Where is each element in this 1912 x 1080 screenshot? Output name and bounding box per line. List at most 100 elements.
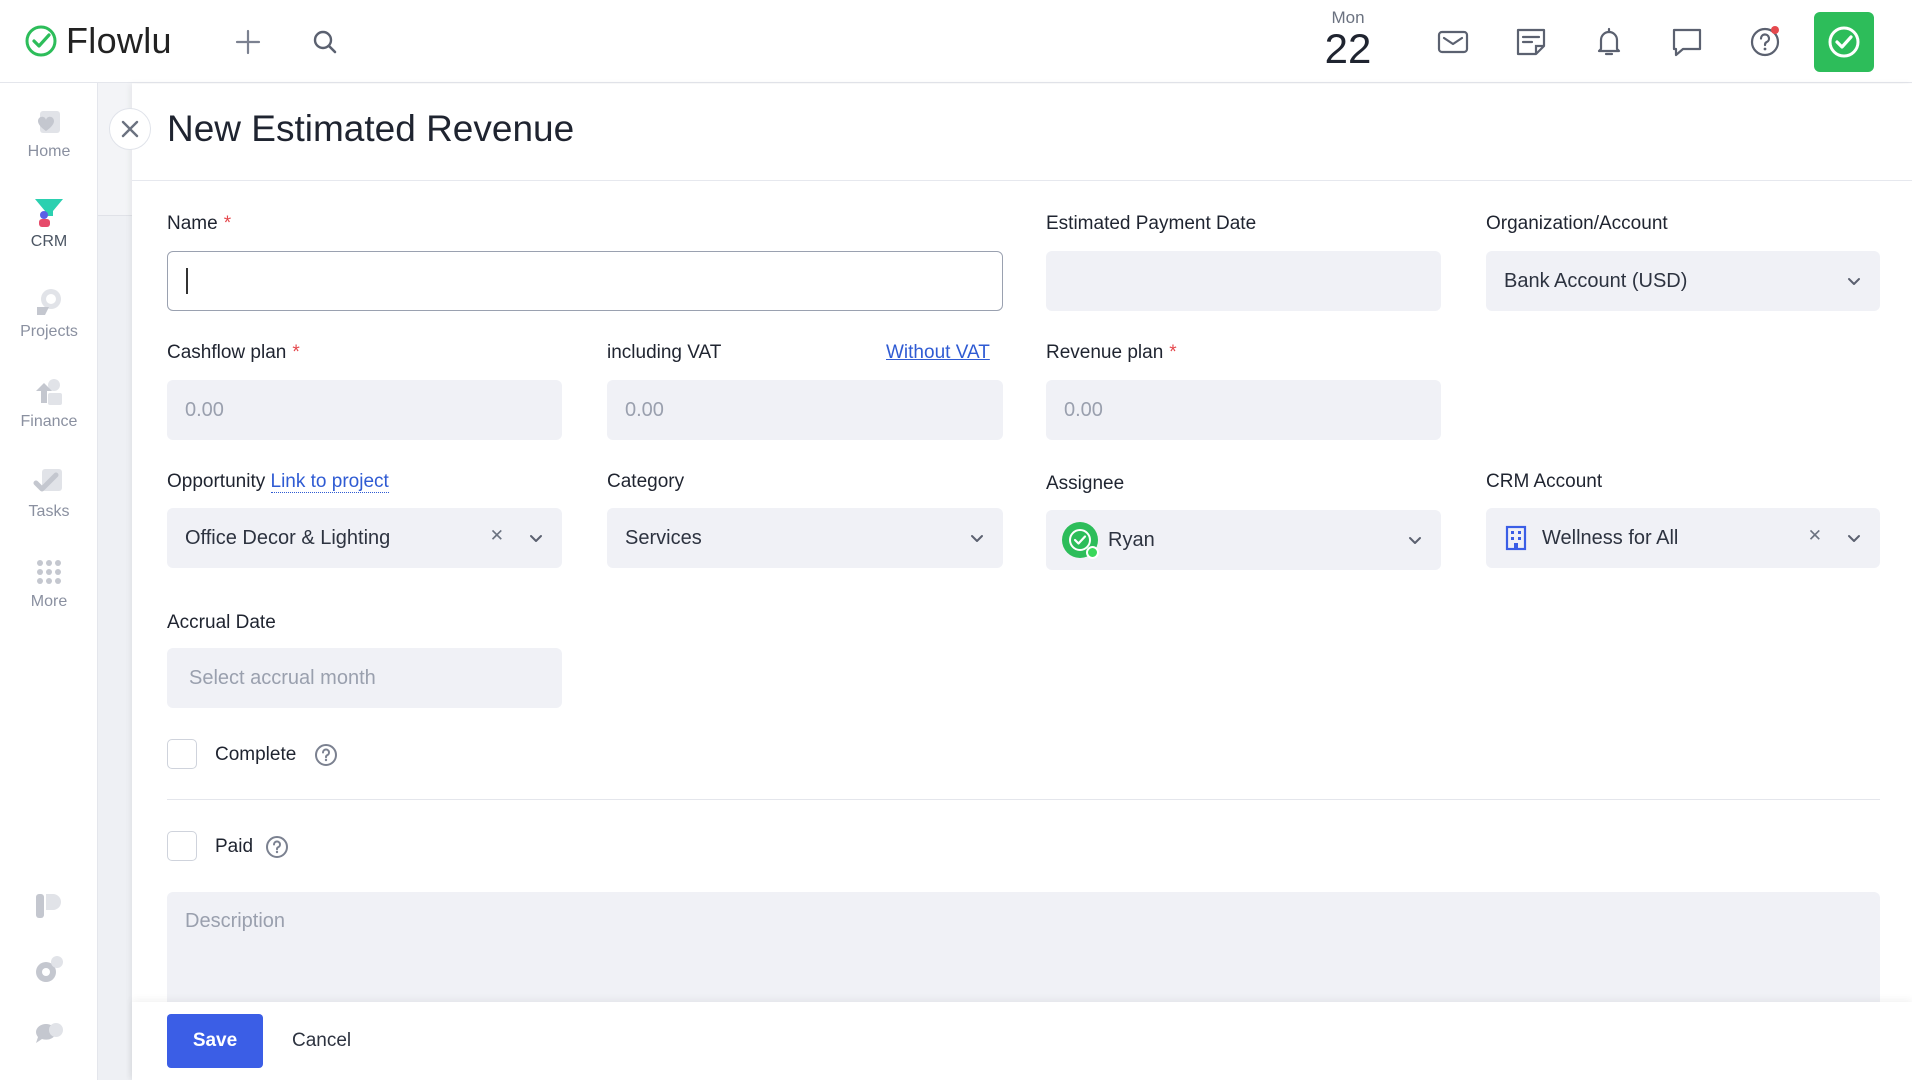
sidebar-item-label: Finance — [20, 413, 78, 430]
sidebar-item-more[interactable]: More — [0, 555, 98, 611]
opportunity-label: Opportunity Link to project — [167, 471, 389, 493]
organization-account-select[interactable]: Bank Account (USD) — [1486, 251, 1880, 311]
bell-icon[interactable] — [1589, 22, 1629, 62]
revenue-plan-label-text: Revenue plan — [1046, 342, 1164, 363]
crm-account-select[interactable]: Wellness for All ✕ — [1486, 508, 1880, 568]
check-badge-icon — [1828, 26, 1860, 58]
help-icon[interactable] — [1745, 22, 1785, 62]
close-button[interactable] — [109, 108, 151, 150]
description-textarea[interactable]: Description — [167, 892, 1880, 1002]
name-label: Name * — [167, 213, 231, 235]
settings-icon[interactable] — [32, 953, 66, 987]
required-asterisk: * — [223, 213, 232, 234]
save-button[interactable]: Save — [167, 1014, 263, 1068]
revenue-plan-label: Revenue plan * — [1046, 342, 1177, 364]
chevron-down-icon — [971, 535, 983, 542]
clear-icon[interactable]: ✕ — [1808, 526, 1822, 546]
link-to-project-link[interactable]: Link to project — [270, 471, 389, 493]
app-logo[interactable]: Flowlu — [24, 20, 172, 62]
support-chat-icon[interactable] — [32, 1018, 66, 1052]
cashflow-plan-label-text: Cashflow plan — [167, 342, 287, 363]
section-divider — [167, 799, 1880, 800]
name-input[interactable] — [167, 251, 1003, 311]
calendar-date[interactable]: Mon 22 — [1318, 8, 1378, 70]
complete-checkbox[interactable] — [167, 739, 197, 769]
paid-checkbox[interactable] — [167, 831, 197, 861]
accrual-date-input[interactable]: Select accrual month — [167, 648, 562, 708]
sidebar-item-label: Projects — [20, 323, 78, 340]
home-icon — [38, 111, 60, 133]
category-value: Services — [625, 526, 702, 549]
search-icon[interactable] — [305, 22, 345, 62]
sidebar-item-home[interactable]: Home — [0, 105, 98, 161]
cashflow-plan-label: Cashflow plan * — [167, 342, 300, 364]
sidebar-item-label: More — [30, 593, 68, 610]
title-divider — [132, 180, 1912, 181]
sidebar-item-label: Home — [27, 143, 71, 160]
notification-dot — [1771, 26, 1779, 34]
category-select[interactable]: Services — [607, 508, 1003, 568]
chat-icon[interactable] — [1667, 22, 1707, 62]
assignee-value: Ryan — [1108, 528, 1155, 551]
complete-label: Complete — [215, 744, 297, 765]
sidebar-item-crm[interactable]: CRM — [0, 195, 98, 251]
description-placeholder: Description — [185, 910, 286, 932]
sidebar-item-tasks[interactable]: Tasks — [0, 465, 98, 521]
name-label-text: Name — [167, 213, 218, 234]
estimated-payment-date-input[interactable] — [1046, 251, 1441, 311]
sidebar-item-label: CRM — [30, 233, 68, 250]
sidebar-item-finance[interactable]: Finance — [0, 375, 98, 431]
question-circle-icon[interactable] — [314, 743, 338, 767]
apps-grid-icon — [37, 560, 61, 584]
notes-icon[interactable] — [1511, 22, 1551, 62]
crm-account-value: Wellness for All — [1542, 526, 1679, 549]
text-caret — [186, 268, 188, 294]
required-asterisk: * — [292, 342, 300, 363]
paid-label: Paid — [215, 836, 254, 857]
chevron-down-icon — [1848, 278, 1860, 285]
chevron-down-icon — [1848, 535, 1860, 542]
revenue-plan-placeholder: 0.00 — [1064, 398, 1103, 421]
including-vat-placeholder: 0.00 — [625, 398, 664, 421]
chevron-down-icon — [1409, 537, 1421, 544]
opportunity-label-text: Opportunity — [167, 471, 266, 492]
cashflow-plan-input[interactable]: 0.00 — [167, 380, 562, 440]
revenue-plan-input[interactable]: 0.00 — [1046, 380, 1441, 440]
profile-button[interactable] — [1814, 12, 1874, 72]
question-circle-icon[interactable] — [265, 835, 289, 859]
category-label: Category — [607, 471, 685, 492]
projects-icon — [37, 289, 61, 315]
including-vat-label: including VAT — [607, 342, 722, 363]
date-day-number: 22 — [1324, 25, 1372, 72]
tasks-icon — [33, 469, 62, 492]
add-icon[interactable] — [228, 22, 268, 62]
opportunity-value: Office Decor & Lighting — [185, 526, 391, 549]
organization-account-label: Organization/Account — [1486, 213, 1668, 234]
estimated-payment-date-label: Estimated Payment Date — [1046, 213, 1257, 234]
chevron-down-icon — [530, 535, 542, 542]
flowlu-logo-icon — [25, 25, 57, 57]
crm-icon — [35, 199, 63, 227]
opportunity-select[interactable]: Office Decor & Lighting ✕ — [167, 508, 562, 568]
avatar — [1062, 522, 1099, 559]
cancel-button[interactable]: Cancel — [292, 1014, 351, 1068]
building-icon — [1505, 525, 1527, 551]
top-bar: Flowlu Mon 22 — [0, 0, 1912, 83]
mail-icon[interactable] — [1433, 22, 1473, 62]
organization-account-value: Bank Account (USD) — [1504, 269, 1688, 292]
accrual-date-placeholder: Select accrual month — [189, 666, 376, 689]
required-asterisk: * — [1169, 342, 1177, 363]
left-sidebar: Home CRM Projects Finance Tasks More — [0, 83, 98, 1080]
form-footer — [132, 1002, 1912, 1080]
without-vat-link[interactable]: Without VAT — [886, 342, 990, 364]
app-name: Flowlu — [66, 20, 172, 61]
assignee-select[interactable]: Ryan — [1046, 510, 1441, 570]
accrual-date-label: Accrual Date — [167, 612, 276, 633]
sidebar-item-projects[interactable]: Projects — [0, 285, 98, 341]
clear-icon[interactable]: ✕ — [490, 526, 504, 546]
assignee-label: Assignee — [1046, 473, 1125, 494]
sidebar-item-label: Tasks — [28, 503, 70, 520]
including-vat-input[interactable]: 0.00 — [607, 380, 1003, 440]
online-status-dot — [1086, 546, 1099, 559]
partner-icon[interactable] — [32, 888, 66, 922]
